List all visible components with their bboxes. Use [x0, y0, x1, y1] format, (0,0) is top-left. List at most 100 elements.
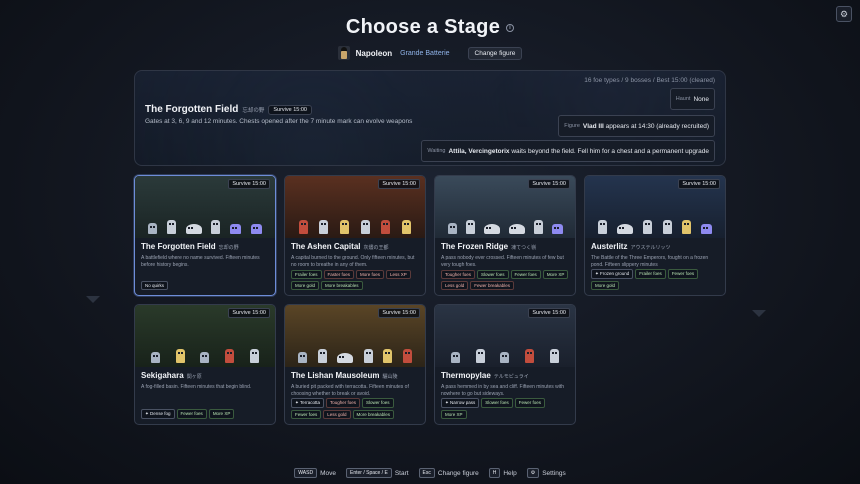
- hint-label: Move: [320, 469, 336, 477]
- modifier-tags: Frailer foes Faster foes More foes Less XP M…: [291, 270, 421, 290]
- enemy-sprite-icon: [525, 349, 535, 363]
- info-icon[interactable]: i: [506, 23, 515, 32]
- survive-badge: Survive 15:00: [268, 104, 312, 115]
- stage-name: Sekigahara 関ヶ原: [141, 371, 202, 380]
- enemy-sprite-icon: [175, 349, 185, 363]
- survive-badge: Survive 15:00: [528, 179, 570, 189]
- control-hint: H Help: [488, 468, 517, 478]
- control-hint: WASD Move: [294, 468, 336, 478]
- modifier-tag: Slower foes: [361, 398, 394, 408]
- enemy-sprite-icon: [475, 349, 485, 363]
- modifier-tag: Slower foes: [477, 270, 509, 279]
- enemy-sprite-icon: [251, 224, 263, 234]
- left-decoration: [86, 296, 100, 303]
- survive-badge: Survive 15:00: [378, 179, 420, 189]
- modifier-tag: Frailer foes: [291, 270, 322, 279]
- enemy-sprite-icon: [185, 224, 202, 234]
- enemy-sprite-icon: [643, 220, 653, 234]
- modifier-tags: ✦ Narrow pass Slower foes Fewer foes More X…: [441, 398, 571, 419]
- key-cap: WASD: [294, 468, 318, 478]
- figure-name: Napoleon: [355, 48, 393, 58]
- enemy-sprite-icon: [662, 220, 672, 234]
- modifier-tag: More breakables: [352, 410, 395, 419]
- enemy-sprite-icon: [465, 220, 475, 234]
- enemy-sprite-icon: [598, 220, 608, 234]
- stage-name: The Forgotten Field 忘却の野: [141, 242, 239, 251]
- control-hint: ⚙ Settings: [526, 468, 566, 478]
- enemy-sprite-icon: [450, 352, 460, 363]
- modifier-tag: Fewer breakables: [470, 281, 515, 290]
- modifier-tag: Less gold: [323, 410, 351, 419]
- survive-badge: Survive 15:00: [378, 308, 420, 318]
- modifier-tag: ✦ Frozen ground: [591, 269, 634, 279]
- stage-description: A fog-filled basin. Fifteen minutes that…: [141, 384, 252, 390]
- enemy-sprite-icon: [402, 220, 412, 234]
- enemy-sprite-icon: [500, 352, 510, 363]
- change-figure-button[interactable]: Change figure: [467, 46, 523, 60]
- survive-badge: Survive 15:00: [528, 308, 570, 318]
- modifier-tags: ✦ Frozen ground Frailer foes Fewer foes Mor…: [591, 269, 721, 290]
- stage-card[interactable]: Survive 15:00 The Lishan Mausoleum 驪山陵 A bu…: [284, 304, 426, 425]
- stage-name: The Frozen Ridge 凍てつく嶺: [441, 242, 537, 251]
- enemy-sprites: [593, 214, 717, 234]
- modifier-tag: More foes: [356, 270, 385, 279]
- survive-badge: Survive 15:00: [228, 308, 270, 318]
- stage-description: A buried pit packed with terracotta. Fif…: [291, 384, 409, 397]
- modifier-tag: More breakables: [321, 281, 363, 290]
- control-hint: Esc Change figure: [418, 468, 479, 478]
- enemy-sprite-icon: [147, 223, 157, 234]
- selected-stage-panel: 16 foe types / 9 bosses / Best 15:00 (cl…: [134, 70, 726, 166]
- stage-card[interactable]: Survive 15:00 Sekigahara 関ヶ原 A fog-filled b…: [134, 304, 276, 425]
- enemy-sprite-icon: [447, 223, 457, 234]
- modifier-tags: No quirks: [141, 281, 271, 290]
- stage-card[interactable]: Survive 15:00 Thermopylae テルモピュライ A pass he…: [434, 304, 576, 425]
- enemy-sprites: [143, 214, 267, 234]
- enemy-sprite-icon: [363, 349, 373, 363]
- modifier-tag: Fewer foes: [291, 410, 322, 419]
- modifier-tag: Less XP: [386, 270, 411, 279]
- modifier-tag: Fewer foes: [176, 409, 207, 419]
- figure-subtitle: Grande Batterie: [400, 49, 450, 57]
- modifier-tag: Fewer foes: [667, 269, 699, 279]
- stage-description: A pass nobody ever crossed. Fifteen minu…: [441, 255, 564, 268]
- enemy-sprite-icon: [360, 220, 370, 234]
- enemy-sprite-icon: [319, 220, 329, 234]
- enemy-sprite-icon: [250, 349, 260, 363]
- enemy-sprite-icon: [225, 349, 235, 363]
- stage-card[interactable]: Survive 15:00 The Forgotten Field 忘却の野 A ba…: [134, 175, 276, 296]
- key-cap: ⚙: [526, 468, 540, 478]
- current-figure: Napoleon Grande Batterie Change figure: [0, 44, 860, 62]
- stage-name: Austerlitz アウステルリッツ: [591, 242, 671, 251]
- haunt-info: Haunt None: [669, 88, 715, 110]
- modifier-tag: More XP: [441, 410, 467, 419]
- enemy-sprite-icon: [337, 353, 354, 363]
- stage-description: The Battle of the Three Emperors, fought…: [591, 255, 709, 268]
- page-title: Choose a Stage i: [0, 16, 860, 39]
- enemy-sprites: [293, 214, 417, 234]
- stage-card[interactable]: Survive 15:00 The Frozen Ridge 凍てつく嶺 A pass…: [434, 175, 576, 296]
- modifier-tag: ✦ Narrow pass: [441, 398, 480, 408]
- stage-card[interactable]: Survive 15:00 The Ashen Capital 灰燼の王都 A cap…: [284, 175, 426, 296]
- enemy-sprite-icon: [298, 220, 308, 234]
- stage-description: A battlefield where no name survived. Fi…: [141, 255, 260, 268]
- enemy-sprites: [443, 343, 567, 363]
- enemy-sprite-icon: [681, 220, 691, 234]
- modifier-tag: Frailer foes: [635, 269, 666, 279]
- stage-card[interactable]: Survive 15:00 Austerlitz アウステルリッツ The Battl…: [584, 175, 726, 296]
- modifier-tags: Tougher foes Slower foes Fewer foes More XP…: [441, 270, 571, 290]
- modifier-tag: Slower foes: [481, 398, 513, 408]
- modifier-tag: ✦ Terracotta: [291, 398, 324, 408]
- enemy-sprites: [143, 343, 267, 363]
- stage-name: Thermopylae テルモピュライ: [441, 371, 529, 380]
- hint-label: Settings: [542, 469, 566, 477]
- modifier-tags: ✦ Terracotta Tougher foes Slower foes Fewer…: [291, 398, 421, 419]
- modifier-tag: Tougher foes: [441, 270, 476, 279]
- modifier-tag: ✦ Dense fog: [141, 409, 175, 419]
- hint-label: Help: [503, 469, 517, 477]
- enemy-sprite-icon: [317, 349, 327, 363]
- enemy-sprite-icon: [533, 220, 543, 234]
- modifier-tag: Fewer foes: [510, 270, 541, 279]
- enemy-sprite-icon: [298, 352, 308, 363]
- modifier-tag: More XP: [542, 270, 569, 279]
- modifier-tag: No quirks: [141, 281, 169, 290]
